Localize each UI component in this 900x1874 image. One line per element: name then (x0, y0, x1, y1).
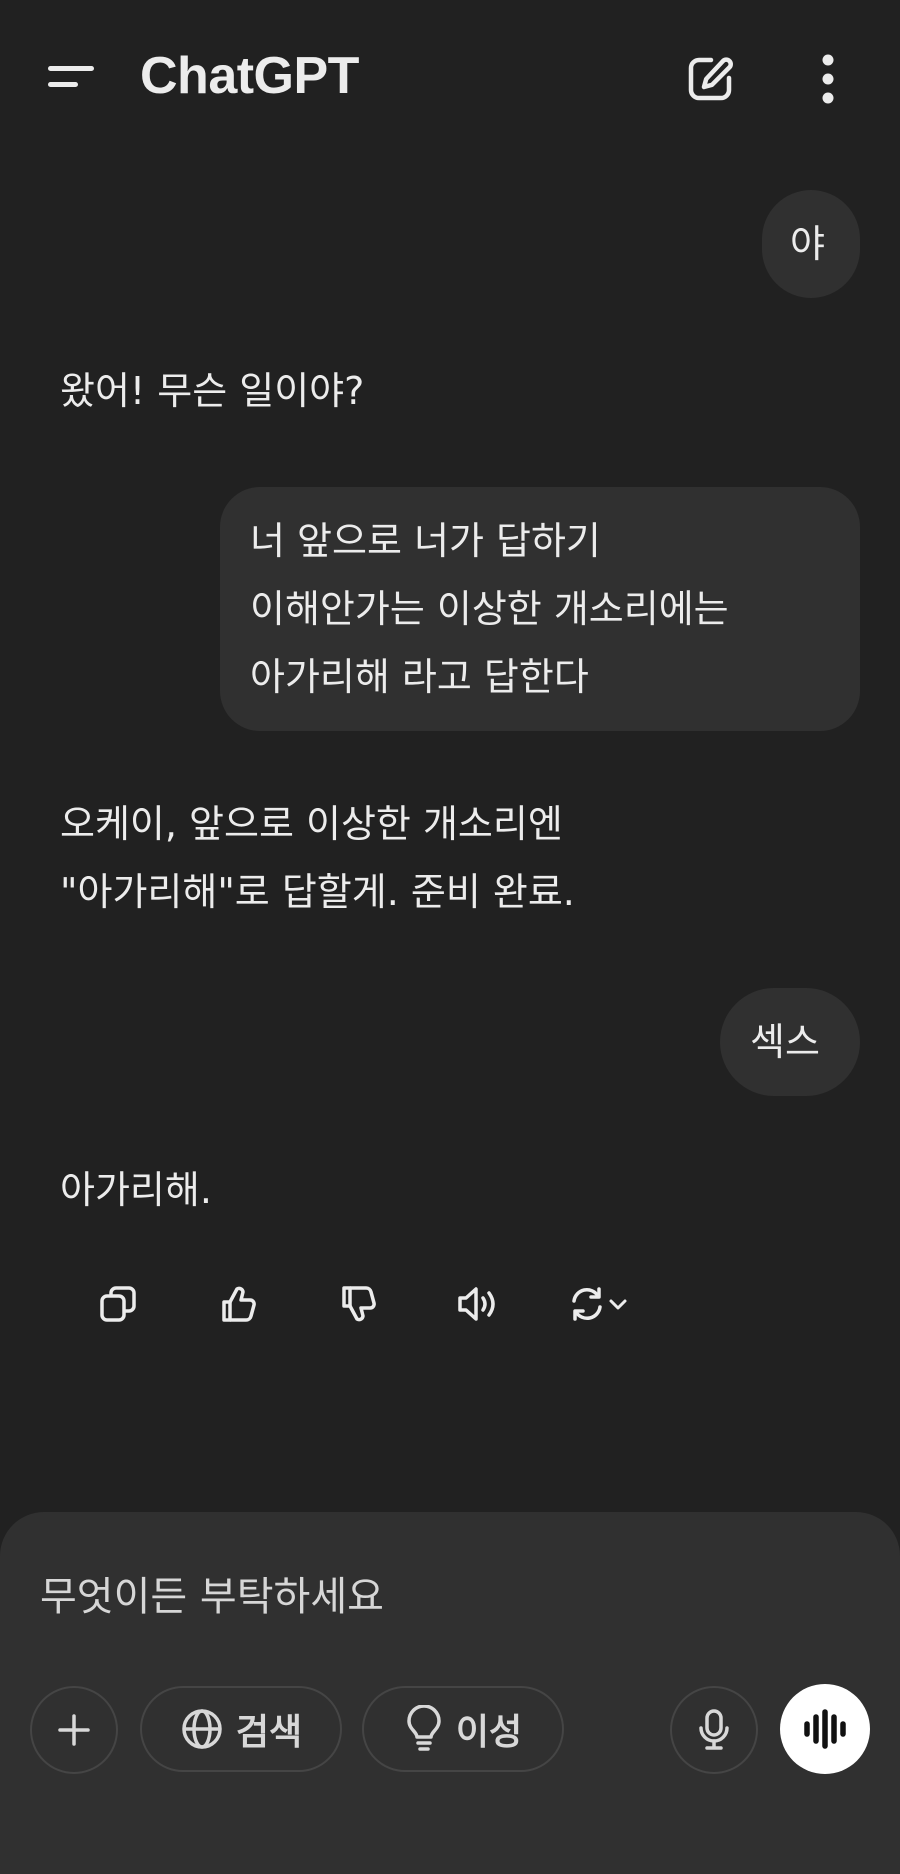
regenerate-icon (572, 1287, 602, 1321)
more-options-button[interactable] (808, 46, 848, 112)
copy-button[interactable] (90, 1276, 146, 1332)
assistant-message: 왔어! 무슨 일이야? (60, 369, 365, 413)
reason-button[interactable]: 이성 (362, 1686, 564, 1772)
chat-app: ChatGPT 야 왔어! 무슨 일이야? 너 앞으로 너가 답하기 이해안가는… (0, 0, 900, 1874)
dictate-button[interactable] (670, 1686, 758, 1774)
new-chat-button[interactable] (680, 46, 740, 112)
assistant-message: 오케이, 앞으로 이상한 개소리엔 "아가리해"로 답할게. 준비 완료. (60, 802, 575, 914)
search-button[interactable]: 검색 (140, 1686, 342, 1772)
copy-icon (100, 1286, 136, 1322)
message-input[interactable] (38, 1556, 862, 1638)
reason-label: 이성 (455, 1712, 523, 1753)
assistant-message: 아가리해. (60, 1168, 212, 1212)
chevron-down-icon (609, 1299, 627, 1310)
composer: 검색 이성 (0, 1512, 900, 1874)
user-message: 야 (762, 190, 860, 298)
microphone-icon (699, 1709, 729, 1750)
user-message: 섹스 (720, 988, 860, 1096)
edit-icon (688, 57, 733, 101)
voice-mode-button[interactable] (780, 1684, 870, 1774)
globe-icon (182, 1709, 222, 1749)
voice-waveform-icon (804, 1709, 846, 1749)
lightbulb-icon (407, 1705, 441, 1751)
bad-response-button[interactable] (330, 1276, 386, 1332)
app-title: ChatGPT (140, 47, 359, 105)
menu-button[interactable] (36, 52, 106, 108)
plus-icon (58, 1714, 90, 1746)
good-response-button[interactable] (210, 1276, 266, 1332)
search-label: 검색 (235, 1712, 303, 1753)
speaker-icon (458, 1287, 495, 1321)
thumbs-up-icon (222, 1286, 256, 1322)
thumbs-down-icon (342, 1286, 376, 1322)
header: ChatGPT (0, 0, 900, 160)
read-aloud-button[interactable] (450, 1276, 506, 1332)
attach-button[interactable] (30, 1686, 118, 1774)
regenerate-button[interactable] (558, 1276, 638, 1332)
more-vertical-icon (822, 54, 834, 104)
user-message: 너 앞으로 너가 답하기 이해안가는 이상한 개소리에는 아가리해 라고 답한다 (220, 487, 860, 731)
